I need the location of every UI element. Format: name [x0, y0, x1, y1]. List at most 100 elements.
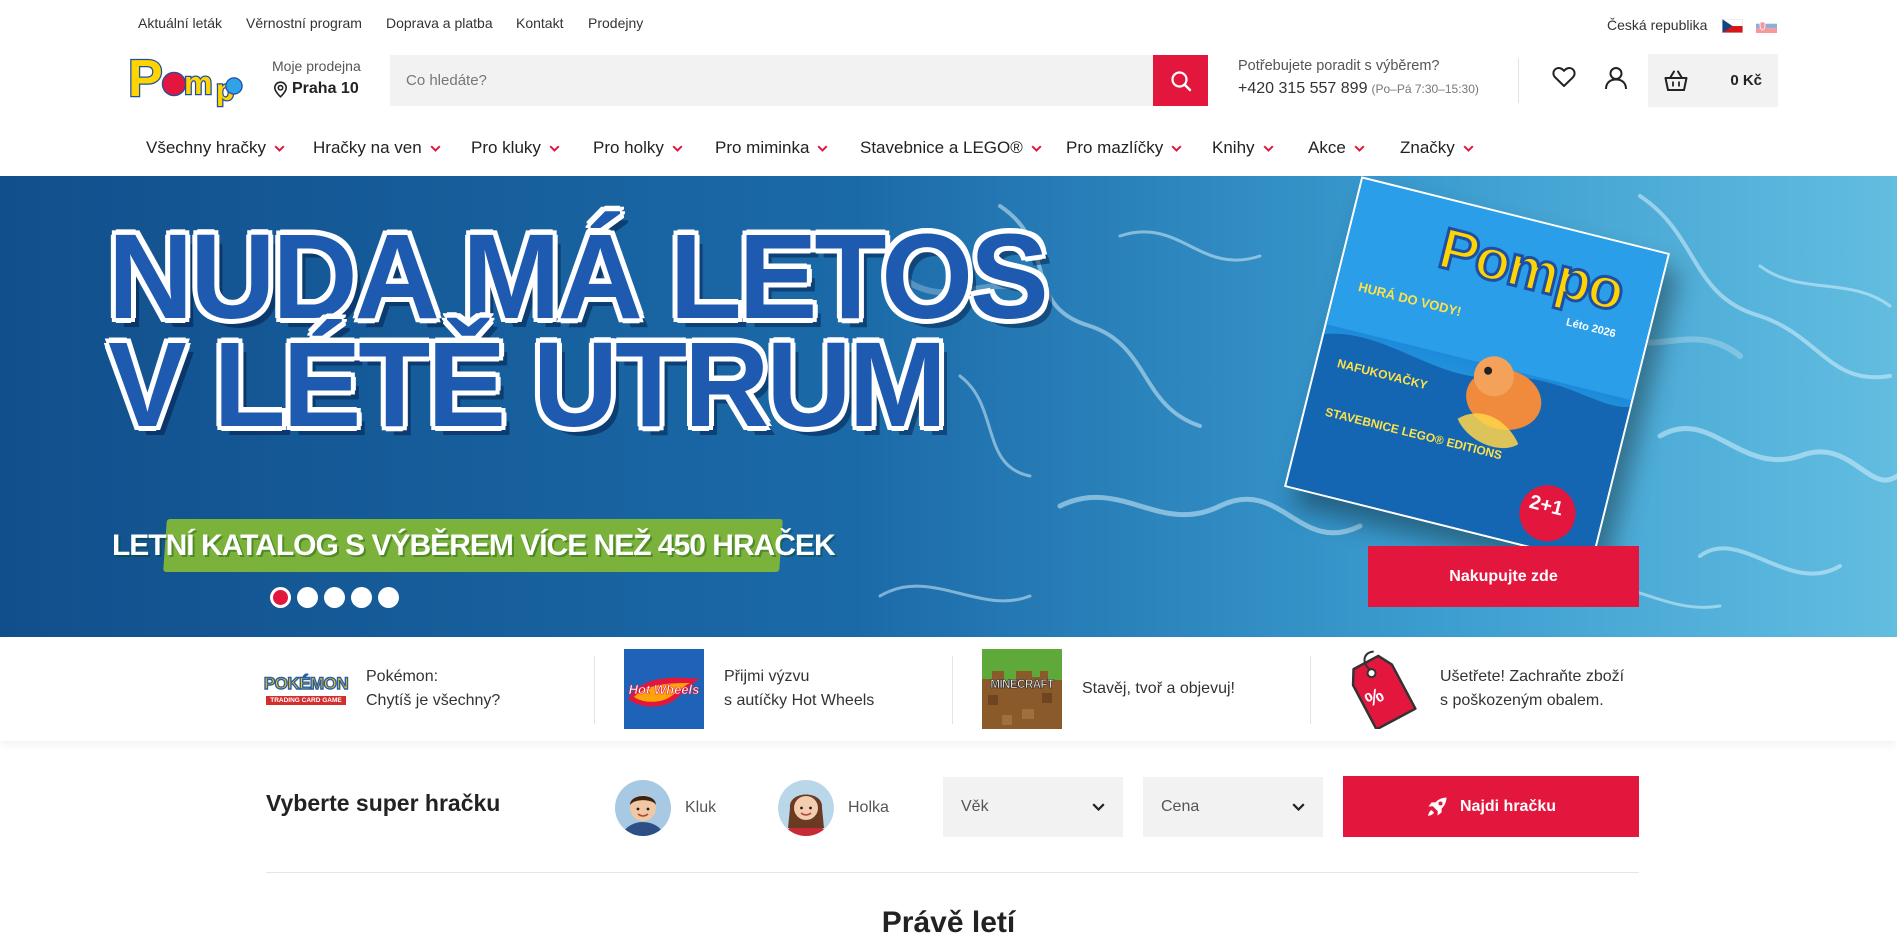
discount-tag-icon: %	[1340, 649, 1420, 729]
nav-label: Stavebnice a LEGO®	[860, 138, 1023, 157]
nav-boys[interactable]: Pro kluky	[471, 138, 560, 158]
promo-divider	[1310, 656, 1311, 724]
promo-hotwheels[interactable]: Hot Wheels Přijmi výzvu s autíčky Hot Whe…	[624, 648, 874, 730]
hero-ribbon: LETNÍ KATALOG S VÝBĚREM VÍCE NEŽ 450 HRA…	[112, 519, 834, 572]
cart-button[interactable]: 0 Kč	[1648, 54, 1778, 107]
minecraft-logo: MINECRAFT	[982, 649, 1062, 729]
nav-label: Pro kluky	[471, 138, 541, 157]
svg-text:m: m	[184, 65, 212, 101]
svg-text:P: P	[128, 50, 163, 108]
country-selector[interactable]: Česká republika	[1607, 17, 1707, 33]
search-icon	[1170, 70, 1192, 92]
minecraft-logo-text: MINECRAFT	[990, 679, 1054, 692]
help-phone[interactable]: +420 315 557 899 (Po–Pá 7:30–15:30)	[1238, 80, 1479, 98]
flag-cz-icon[interactable]	[1722, 19, 1743, 33]
nav-babies[interactable]: Pro miminka	[715, 138, 828, 158]
promo-divider	[594, 656, 595, 724]
chevron-down-icon	[1354, 144, 1365, 152]
find-toy-label: Najdi hračku	[1459, 797, 1557, 815]
nav-label: Knihy	[1212, 138, 1255, 157]
nav-label: Značky	[1400, 138, 1455, 157]
price-select[interactable]: Cena	[1143, 777, 1323, 837]
chevron-down-icon	[1031, 144, 1042, 152]
basket-icon	[1664, 70, 1688, 92]
toy-finder-title: Vyberte super hračku	[266, 790, 501, 816]
hotwheels-logo: Hot Wheels	[624, 649, 704, 729]
help-question: Potřebujete poradit s výběrem?	[1238, 58, 1440, 74]
store-name: Praha 10	[292, 80, 359, 97]
nav-pets[interactable]: Pro mazlíčky	[1066, 138, 1182, 158]
age-select-value: Věk	[961, 798, 989, 815]
slider-dot-1[interactable]	[270, 587, 291, 608]
pokemon-logo-text: POKÉMON	[263, 673, 349, 693]
chevron-down-icon	[430, 144, 441, 152]
wishlist-button[interactable]	[1552, 66, 1576, 88]
filter-girl[interactable]: Holka	[778, 780, 889, 836]
nav-outdoor[interactable]: Hračky na ven	[313, 138, 441, 158]
nav-girls[interactable]: Pro holky	[593, 138, 683, 158]
search-button[interactable]	[1153, 55, 1208, 106]
account-button[interactable]	[1604, 66, 1628, 90]
slider-dot-5[interactable]	[378, 587, 399, 608]
slider-dot-3[interactable]	[324, 587, 345, 608]
slider-dots	[270, 587, 399, 608]
hero-headline-line2: V LÉTĚ UTRUM	[108, 317, 947, 453]
promo-text: Pokémon: Chytíš je všechny?	[366, 665, 500, 713]
filter-boy[interactable]: Kluk	[615, 780, 716, 836]
header-divider	[1518, 58, 1519, 103]
find-toy-button[interactable]: Najdi hračku	[1343, 776, 1639, 837]
hotwheels-logo-text: Hot Wheels	[628, 681, 700, 697]
nav-sale[interactable]: Akce	[1308, 138, 1365, 158]
hero-banner[interactable]: NUDA MÁ LETOS V LÉTĚ UTRUM LETNÍ KATALOG…	[0, 176, 1897, 637]
promo-line2: s poškozeným obalem.	[1440, 692, 1604, 709]
help-hours: (Po–Pá 7:30–15:30)	[1371, 82, 1479, 96]
slider-dot-4[interactable]	[351, 587, 372, 608]
logo[interactable]: P m p	[128, 50, 243, 108]
nav-brands[interactable]: Značky	[1400, 138, 1474, 158]
cart-total: 0 Kč	[1730, 72, 1762, 89]
user-icon	[1604, 66, 1628, 90]
chevron-down-icon	[274, 144, 285, 152]
flag-sk-icon[interactable]	[1756, 19, 1777, 33]
chevron-down-icon	[549, 144, 560, 152]
nav-label: Hračky na ven	[313, 138, 422, 157]
boy-avatar	[615, 780, 671, 836]
slider-dot-2[interactable]	[297, 587, 318, 608]
nav-lego[interactable]: Stavebnice a LEGO®	[860, 138, 1042, 158]
promo-line2: Chytíš je všechny?	[366, 692, 501, 709]
search-input[interactable]	[390, 55, 1153, 106]
chevron-down-icon	[1463, 144, 1474, 152]
chevron-down-icon	[817, 144, 828, 152]
nav-label: Pro miminka	[715, 138, 810, 157]
hero-cta-button[interactable]: Nakupujte zde	[1368, 546, 1639, 607]
promo-line1: Ušetřete! Zachraňte zboží	[1440, 668, 1625, 685]
chevron-down-icon	[1092, 803, 1105, 811]
rocket-icon	[1426, 796, 1448, 818]
chevron-down-icon	[1292, 803, 1305, 811]
promo-text: Přijmi výzvu s autíčky Hot Wheels	[724, 665, 874, 713]
promo-pokemon[interactable]: POKÉMON TRADING CARD GAME Pokémon: Chytíš…	[263, 648, 500, 730]
topbar-link-loyalty[interactable]: Věrnostní program	[246, 15, 362, 31]
promo-text: Stavěj, tvoř a objevuj!	[1082, 677, 1235, 701]
promo-minecraft[interactable]: MINECRAFT Stavěj, tvoř a objevuj!	[982, 648, 1235, 730]
topbar-link-contact[interactable]: Kontakt	[516, 15, 563, 31]
nav-all-toys[interactable]: Všechny hračky	[146, 138, 285, 158]
nav-label: Pro mazlíčky	[1066, 138, 1164, 157]
map-pin-icon	[273, 80, 288, 98]
chevron-down-icon	[1263, 144, 1274, 152]
age-select[interactable]: Věk	[943, 777, 1123, 837]
heart-icon	[1552, 66, 1576, 88]
promo-line1: Pokémon:	[366, 668, 439, 685]
promo-damaged-packaging[interactable]: % Ušetřete! Zachraňte zboží s poškozeným …	[1340, 648, 1624, 730]
section-title: Právě letí	[881, 906, 1016, 939]
topbar-link-leaflet[interactable]: Aktuální leták	[138, 15, 222, 31]
store-selector[interactable]: Praha 10	[273, 80, 359, 98]
promo-line1: Stavěj, tvoř a objevuj!	[1082, 680, 1235, 697]
pokemon-logo: POKÉMON TRADING CARD GAME	[263, 666, 349, 712]
topbar-link-shipping[interactable]: Doprava a platba	[386, 15, 493, 31]
chevron-down-icon	[1171, 144, 1182, 152]
promo-text: Ušetřete! Zachraňte zboží s poškozeným ob…	[1440, 665, 1624, 713]
topbar-link-stores[interactable]: Prodejny	[588, 15, 643, 31]
nav-label: Všechny hračky	[146, 138, 266, 157]
nav-books[interactable]: Knihy	[1212, 138, 1274, 158]
